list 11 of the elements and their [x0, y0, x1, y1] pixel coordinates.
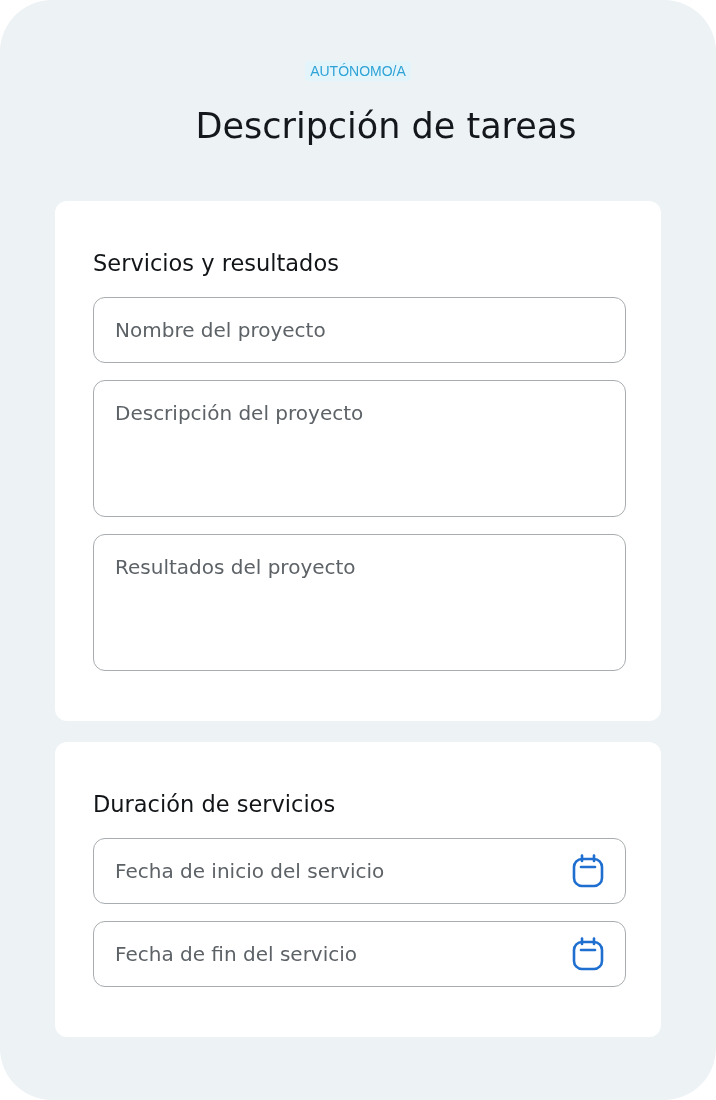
section-title: Servicios y resultados [93, 249, 340, 277]
role-badge: AUTÓNOMO/A [305, 61, 411, 81]
textarea-field[interactable]: Resultados del proyecto [93, 534, 626, 671]
textarea-field[interactable]: Descripción del proyecto [93, 380, 626, 517]
section-title: Duración de servicios [93, 790, 337, 818]
page-title: Descripción de tareas [195, 106, 577, 146]
calendar-icon[interactable] [572, 937, 604, 971]
date-field[interactable]: Fecha de fin del servicio [93, 921, 626, 987]
input-field[interactable]: Nombre del proyecto [93, 297, 626, 363]
date-field[interactable]: Fecha de inicio del servicio [93, 838, 626, 904]
calendar-icon[interactable] [572, 854, 604, 888]
